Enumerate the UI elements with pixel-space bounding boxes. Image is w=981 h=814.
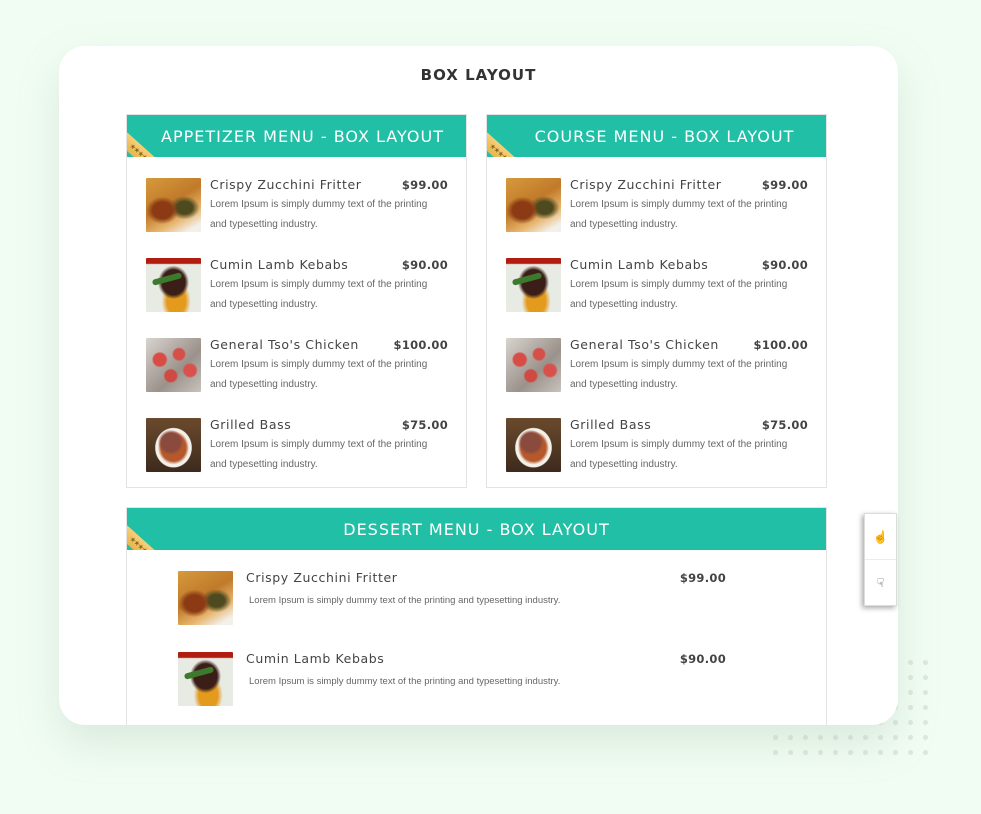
menu-item[interactable]: Crispy Zucchini Fritter $99.00 Lorem Ips… <box>146 177 448 257</box>
menu-header: ★★★★★ COURSE MENU - BOX LAYOUT <box>487 115 826 157</box>
menu-header: ★★★★★ DESSERT MENU - BOX LAYOUT <box>127 508 826 550</box>
food-image-tsos-chicken <box>146 338 201 392</box>
item-name: Cumin Lamb Kebabs <box>570 257 709 272</box>
item-price: $99.00 <box>401 178 448 192</box>
page-title: BOX LAYOUT <box>420 66 537 84</box>
star-ribbon-icon: ★★★★★ <box>127 518 172 550</box>
menu-item[interactable]: Crispy Zucchini Fritter $99.00 Lorem Ips… <box>178 570 826 651</box>
food-image-zucchini-fritter <box>178 571 233 625</box>
menu-item[interactable]: Cumin Lamb Kebabs $90.00 Lorem Ipsum is … <box>178 651 826 725</box>
menu-item[interactable]: Grilled Bass $75.00 Lorem Ipsum is simpl… <box>146 417 448 497</box>
food-image-lamb-kebabs <box>146 258 201 312</box>
menu-title: APPETIZER MENU - BOX LAYOUT <box>161 126 444 146</box>
item-name: General Tso's Chicken <box>570 337 719 352</box>
menu-item-list: Crispy Zucchini Fritter $99.00 Lorem Ips… <box>127 550 826 725</box>
menu-item[interactable]: General Tso's Chicken $100.00 Lorem Ipsu… <box>146 337 448 417</box>
item-name: Crispy Zucchini Fritter <box>570 177 722 192</box>
item-description: Lorem Ipsum is simply dummy text of the … <box>210 359 428 390</box>
food-image-grilled-bass <box>146 418 201 472</box>
item-price: $99.00 <box>679 571 726 585</box>
food-image-tsos-chicken <box>506 338 561 392</box>
star-ribbon-icon: ★★★★★ <box>487 125 532 157</box>
food-image-zucchini-fritter <box>146 178 201 232</box>
menu-item[interactable]: Grilled Bass $75.00 Lorem Ipsum is simpl… <box>506 417 808 497</box>
food-image-lamb-kebabs <box>178 652 233 706</box>
item-price: $75.00 <box>401 418 448 432</box>
dessert-menu-box: ★★★★★ DESSERT MENU - BOX LAYOUT Crispy Z… <box>126 507 827 725</box>
item-price: $100.00 <box>753 338 808 352</box>
item-description: Lorem Ipsum is simply dummy text of the … <box>570 439 788 470</box>
item-price: $99.00 <box>761 178 808 192</box>
scroll-up-button[interactable]: ☝ <box>865 514 896 559</box>
menu-item[interactable]: Crispy Zucchini Fritter $99.00 Lorem Ips… <box>506 177 808 257</box>
food-image-lamb-kebabs <box>506 258 561 312</box>
menu-item-list: Crispy Zucchini Fritter $99.00 Lorem Ips… <box>127 157 466 497</box>
pointing-hand-down-icon: ☟ <box>876 575 885 590</box>
side-scroll-widget: ☝ ☟ <box>864 513 897 606</box>
item-price: $75.00 <box>761 418 808 432</box>
item-name: Cumin Lamb Kebabs <box>246 651 385 666</box>
item-price: $100.00 <box>393 338 448 352</box>
item-name: Grilled Bass <box>570 417 652 432</box>
item-description: Lorem Ipsum is simply dummy text of the … <box>570 199 788 230</box>
item-description: Lorem Ipsum is simply dummy text of the … <box>570 279 788 310</box>
item-name: Grilled Bass <box>210 417 292 432</box>
menu-item[interactable]: General Tso's Chicken $100.00 Lorem Ipsu… <box>506 337 808 417</box>
item-description: Lorem Ipsum is simply dummy text of the … <box>210 279 428 310</box>
pointing-hand-icon: ☝ <box>873 529 888 544</box>
item-price: $90.00 <box>401 258 448 272</box>
scroll-down-button[interactable]: ☟ <box>865 559 896 605</box>
item-name: Cumin Lamb Kebabs <box>210 257 349 272</box>
item-name: Crispy Zucchini Fritter <box>246 570 398 585</box>
item-description: Lorem Ipsum is simply dummy text of the … <box>249 676 561 687</box>
item-description: Lorem Ipsum is simply dummy text of the … <box>210 439 428 470</box>
item-description: Lorem Ipsum is simply dummy text of the … <box>249 595 561 606</box>
menu-title: DESSERT MENU - BOX LAYOUT <box>343 519 610 539</box>
item-description: Lorem Ipsum is simply dummy text of the … <box>210 199 428 230</box>
item-name: Crispy Zucchini Fritter <box>210 177 362 192</box>
food-image-grilled-bass <box>506 418 561 472</box>
appetizer-menu-box: ★★★★★ APPETIZER MENU - BOX LAYOUT Crispy… <box>126 114 467 488</box>
content-card: BOX LAYOUT ★★★★★ APPETIZER MENU - BOX LA… <box>59 46 898 725</box>
menu-title: COURSE MENU - BOX LAYOUT <box>534 126 795 146</box>
menu-item-list: Crispy Zucchini Fritter $99.00 Lorem Ips… <box>487 157 826 497</box>
item-name: General Tso's Chicken <box>210 337 359 352</box>
menu-item[interactable]: Cumin Lamb Kebabs $90.00 Lorem Ipsum is … <box>506 257 808 337</box>
course-menu-box: ★★★★★ COURSE MENU - BOX LAYOUT Crispy Zu… <box>486 114 827 488</box>
menu-header: ★★★★★ APPETIZER MENU - BOX LAYOUT <box>127 115 466 157</box>
item-description: Lorem Ipsum is simply dummy text of the … <box>570 359 788 390</box>
item-price: $90.00 <box>761 258 808 272</box>
food-image-zucchini-fritter <box>506 178 561 232</box>
menu-item[interactable]: Cumin Lamb Kebabs $90.00 Lorem Ipsum is … <box>146 257 448 337</box>
item-price: $90.00 <box>679 652 726 666</box>
